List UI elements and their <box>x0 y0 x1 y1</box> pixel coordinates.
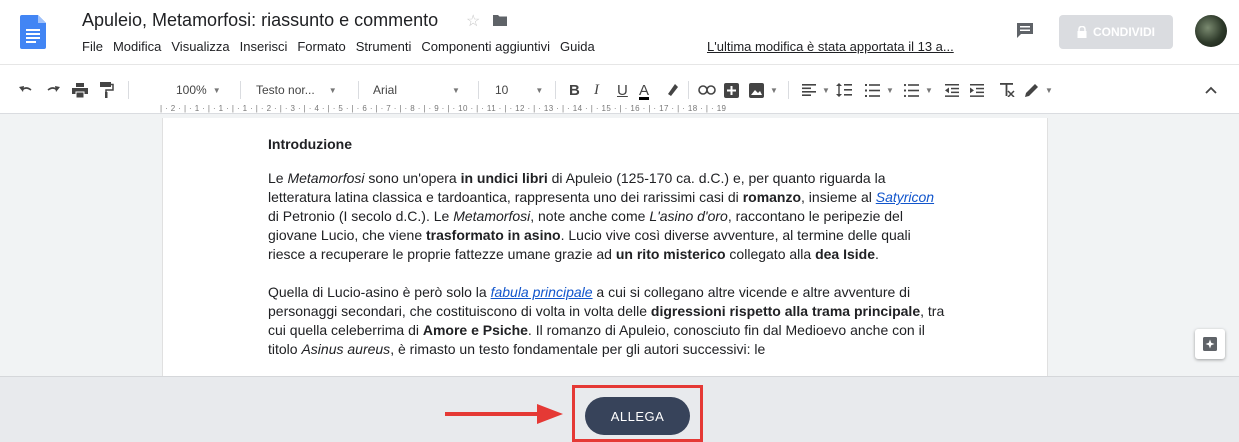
document-body[interactable]: Introduzione Le Metamorfosi sono un'oper… <box>268 135 948 378</box>
print-icon[interactable] <box>72 65 88 115</box>
menu-bar: File Modifica Visualizza Inserisci Forma… <box>82 39 605 54</box>
header: Apuleio, Metamorfosi: riassunto e commen… <box>0 0 1239 64</box>
paint-format-icon[interactable] <box>100 65 114 115</box>
star-icon[interactable]: ☆ <box>466 11 480 31</box>
redo-icon[interactable] <box>45 65 61 115</box>
fabula-principale-link[interactable]: fabula principale <box>491 284 593 300</box>
folder-icon[interactable] <box>493 14 507 26</box>
menu-strumenti[interactable]: Strumenti <box>356 39 412 54</box>
paragraph-1: Le Metamorfosi sono un'opera in undici l… <box>268 170 935 262</box>
menu-visualizza[interactable]: Visualizza <box>171 39 229 54</box>
zoom-value: 100% <box>176 83 207 97</box>
satyricon-link[interactable]: Satyricon <box>876 189 934 205</box>
last-edit-link[interactable]: L'ultima modifica è stata apportata il 1… <box>707 39 954 54</box>
comment-icon[interactable] <box>1016 22 1034 38</box>
collapse-menu-chevron-up-icon[interactable] <box>1205 65 1217 115</box>
explore-button[interactable] <box>1195 329 1225 359</box>
explore-icon <box>1203 337 1217 351</box>
heading-introduzione: Introduzione <box>268 136 352 152</box>
lock-icon <box>1077 26 1087 38</box>
avatar[interactable] <box>1195 15 1227 47</box>
menu-file[interactable]: File <box>82 39 103 54</box>
paragraph-2: Quella di Lucio-asino è però solo la fab… <box>268 284 945 357</box>
menu-guida[interactable]: Guida <box>560 39 595 54</box>
menu-componenti-aggiuntivi[interactable]: Componenti aggiuntivi <box>421 39 550 54</box>
share-label: CONDIVIDI <box>1092 25 1155 39</box>
red-arrow-icon <box>445 404 563 424</box>
google-docs-icon[interactable] <box>20 15 46 49</box>
document-page[interactable]: Introduzione Le Metamorfosi sono un'oper… <box>162 118 1048 388</box>
undo-icon[interactable] <box>18 65 34 115</box>
menu-inserisci[interactable]: Inserisci <box>240 39 288 54</box>
menu-formato[interactable]: Formato <box>297 39 345 54</box>
allega-button[interactable]: ALLEGA <box>585 397 690 435</box>
font-value: Arial <box>373 83 398 97</box>
document-title[interactable]: Apuleio, Metamorfosi: riassunto e commen… <box>82 10 438 31</box>
share-button[interactable]: CONDIVIDI <box>1059 15 1173 49</box>
font-size-value: 10 <box>495 83 509 97</box>
ruler[interactable]: | · 2 · | · 1 · | · 1 · | · 1 · | · 2 · … <box>160 104 1050 118</box>
menu-modifica[interactable]: Modifica <box>113 39 161 54</box>
style-value: Testo nor... <box>256 83 315 97</box>
